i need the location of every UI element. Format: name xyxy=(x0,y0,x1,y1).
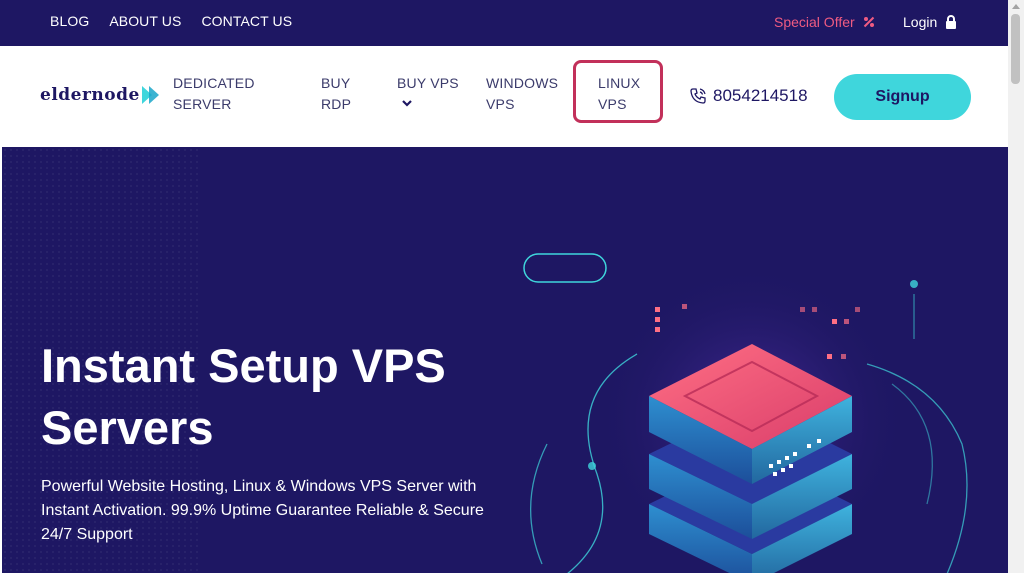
percent-icon xyxy=(863,16,874,28)
contact-us-link[interactable]: CONTACT US xyxy=(201,13,292,29)
scrollbar-thumb[interactable] xyxy=(1011,14,1020,84)
lock-icon xyxy=(946,15,957,29)
scroll-up-arrow-icon[interactable] xyxy=(1012,4,1020,9)
about-us-link[interactable]: ABOUT US xyxy=(109,13,181,29)
page-scrollbar[interactable] xyxy=(1008,0,1024,573)
phone-icon xyxy=(690,88,706,104)
nav-buy-rdp[interactable]: BUY RDP xyxy=(321,73,351,115)
hero-section: Instant Setup VPS Servers Powerful Websi… xyxy=(2,147,1008,573)
nav-linux-vps[interactable]: LINUX VPS xyxy=(598,73,640,115)
nav-buy-vps[interactable]: BUY VPS xyxy=(397,73,459,108)
blog-link[interactable]: BLOG xyxy=(50,13,89,29)
phone-number: 8054214518 xyxy=(713,86,808,105)
nav-dedicated-server-line1: DEDICATED xyxy=(173,75,255,91)
play-arrows-logo-icon xyxy=(141,86,159,104)
nav-windows-vps-line2: VPS xyxy=(486,96,515,112)
nav-dedicated-server[interactable]: DEDICATED SERVER xyxy=(173,73,255,115)
phone-contact[interactable]: 8054214518 xyxy=(689,86,808,106)
server-stack-illustration xyxy=(523,253,968,573)
chevron-down-icon xyxy=(402,100,412,107)
hero-description: Powerful Website Hosting, Linux & Window… xyxy=(41,478,484,543)
special-offer-label: Special Offer xyxy=(774,14,855,30)
nav-buy-rdp-line2: RDP xyxy=(321,96,352,112)
signup-button[interactable]: Signup xyxy=(834,74,971,120)
login-link[interactable]: Login xyxy=(903,14,957,30)
nav-buy-vps-label: BUY VPS xyxy=(397,75,459,91)
logo-text: eldernode xyxy=(40,85,140,105)
nav-dedicated-server-line2: SERVER xyxy=(173,96,232,112)
top-links: BLOG ABOUT US CONTACT US xyxy=(50,13,292,29)
nav-buy-rdp-line1: BUY xyxy=(321,75,351,91)
eldernode-logo[interactable]: eldernode xyxy=(40,84,162,106)
nav-windows-vps-line1: WINDOWS xyxy=(486,75,559,91)
nav-windows-vps[interactable]: WINDOWS VPS xyxy=(486,73,558,115)
nav-linux-vps-line2: VPS xyxy=(598,96,627,112)
hero-title: Instant Setup VPS Servers xyxy=(41,339,446,454)
top-bar: BLOG ABOUT US CONTACT US Special Offer L… xyxy=(0,0,1008,46)
login-label: Login xyxy=(903,14,938,30)
special-offer-link[interactable]: Special Offer xyxy=(774,14,875,30)
nav-linux-vps-line1: LINUX xyxy=(598,75,641,91)
